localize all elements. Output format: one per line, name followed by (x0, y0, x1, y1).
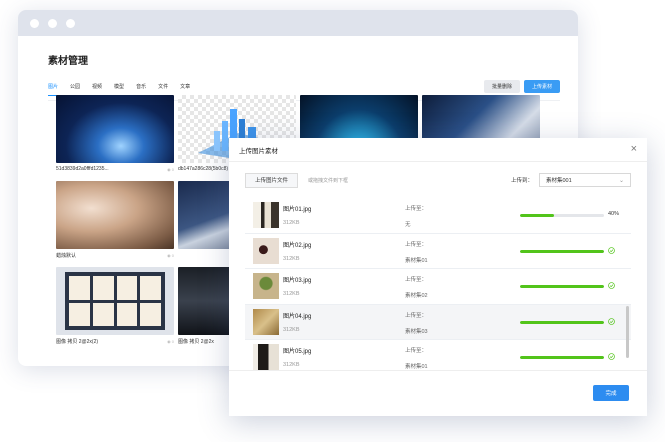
destination-label: 上传至： (405, 348, 428, 354)
window-title-bar (18, 10, 578, 36)
upload-progress-bar (520, 356, 604, 359)
destination-value: 无 (405, 222, 411, 228)
file-size: 312KB (283, 291, 300, 297)
view-count: ◉ 0 (167, 166, 174, 172)
file-name: 图片05.jpg (283, 349, 312, 355)
view-count: ◉ 0 (167, 253, 174, 258)
card-thumbnail[interactable] (56, 95, 174, 163)
file-thumbnail (253, 202, 279, 228)
file-thumbnail (253, 344, 279, 370)
modal-footer: 完成 (229, 370, 647, 416)
destination-value: 素材集02 (405, 293, 428, 299)
material-card[interactable]: 图像 拷贝 2@2x(2) ◉ 0 (56, 267, 174, 345)
window-dot-minimize[interactable] (48, 18, 57, 28)
tab-images[interactable]: 图片 (48, 83, 59, 96)
upload-file-list[interactable]: 图片01.jpg 312KB 上传至： 无 40% 图片02.jpg 312KB… (245, 198, 631, 370)
progress-percent: 40% (608, 211, 620, 217)
drag-hint: 或拖拽文件到下框 (308, 177, 349, 184)
destination-value: 素材集03 (405, 328, 428, 335)
upload-toolbar: 上传图片文件 或拖拽文件到下框 上传到： 素材集001 ⌄ (245, 172, 631, 188)
certificate-grid-icon (65, 272, 165, 330)
chevron-down-icon: ⌄ (618, 177, 624, 184)
modal-title: 上传图片素材 (239, 147, 278, 155)
file-size: 312KB (283, 362, 300, 368)
tab-music[interactable]: 音乐 (136, 83, 146, 90)
upload-to-label: 上传到： (510, 178, 533, 184)
upload-progress-bar (520, 285, 604, 288)
card-thumbnail[interactable] (56, 181, 174, 249)
file-thumbnail (253, 273, 279, 299)
window-dot-close[interactable] (30, 18, 39, 28)
material-card[interactable]: 51d3839d2a0fffd1235... ◉ 0 (56, 95, 174, 172)
view-count: ◉ 0 (167, 339, 174, 344)
page-title: 素材管理 (48, 56, 88, 67)
upload-progress-bar (520, 214, 604, 217)
category-tabs: 图片 公园 视频 模型 音乐 文件 文章 批量删除 上传素材 (48, 77, 560, 96)
tab-article[interactable]: 文章 (180, 83, 190, 90)
window-dot-maximize[interactable] (66, 18, 75, 28)
file-size: 312KB (283, 326, 300, 333)
tab-file[interactable]: 文件 (158, 83, 168, 90)
upload-row: 图片04.jpg 312KB 上传至： 素材集03 (245, 304, 631, 340)
card-caption: db147a286c28(5b0c8) (178, 166, 229, 172)
close-icon[interactable]: × (631, 144, 637, 155)
upload-progress-bar (520, 249, 604, 253)
list-scrollbar[interactable] (626, 306, 629, 358)
modal-header: 上传图片素材 × (229, 138, 647, 162)
upload-row: 图片02.jpg 312KB 上传至： 素材集01 (245, 234, 631, 269)
check-circle-icon (608, 317, 615, 325)
card-thumbnail[interactable] (56, 267, 174, 335)
tab-park[interactable]: 公园 (70, 83, 80, 90)
done-button[interactable]: 完成 (593, 385, 629, 401)
file-size: 312KB (283, 220, 300, 226)
destination-value: 素材集01 (405, 364, 428, 370)
upload-material-button[interactable]: 上传素材 (524, 79, 560, 93)
upload-progress-bar (520, 320, 604, 324)
upload-to-select[interactable]: 素材集001 ⌄ (539, 173, 631, 187)
file-name: 图片04.jpg (283, 313, 312, 320)
upload-image-file-button[interactable]: 上传图片文件 (245, 172, 299, 188)
upload-image-modal: 上传图片素材 × 上传图片文件 或拖拽文件到下框 上传到： 素材集001 ⌄ 图… (229, 138, 647, 416)
destination-label: 上传至： (405, 312, 428, 319)
card-caption: 51d3839d2a0fffd1235... (56, 166, 109, 172)
destination-label: 上传至： (405, 241, 428, 248)
upload-row: 图片05.jpg 312KB 上传至： 素材集01 (245, 340, 631, 370)
material-card[interactable]: 蜡烛默认 ◉ 0 (56, 181, 174, 259)
batch-delete-button[interactable]: 批量删除 (484, 79, 520, 93)
upload-to-value: 素材集001 (546, 178, 572, 184)
upload-row: 图片03.jpg 312KB 上传至： 素材集02 (245, 269, 631, 305)
destination-value: 素材集01 (405, 257, 428, 264)
upload-row: 图片01.jpg 312KB 上传至： 无 40% (245, 198, 631, 234)
file-name: 图片03.jpg (283, 278, 312, 284)
file-name: 图片01.jpg (283, 207, 312, 213)
destination-label: 上传至： (405, 206, 428, 212)
tab-model[interactable]: 模型 (114, 83, 124, 90)
file-name: 图片02.jpg (283, 242, 312, 249)
file-thumbnail (253, 237, 279, 264)
check-circle-icon (608, 246, 615, 254)
card-caption: 图像 拷贝 2@2x(2) (56, 339, 99, 345)
destination-label: 上传至： (405, 277, 428, 283)
file-thumbnail (253, 308, 279, 335)
file-size: 312KB (283, 255, 300, 262)
check-circle-icon (608, 353, 615, 360)
check-circle-icon (608, 282, 615, 289)
tab-video[interactable]: 视频 (92, 83, 102, 90)
card-caption: 图像 拷贝 2@2x (178, 339, 214, 345)
card-caption: 蜡烛默认 (56, 253, 77, 259)
